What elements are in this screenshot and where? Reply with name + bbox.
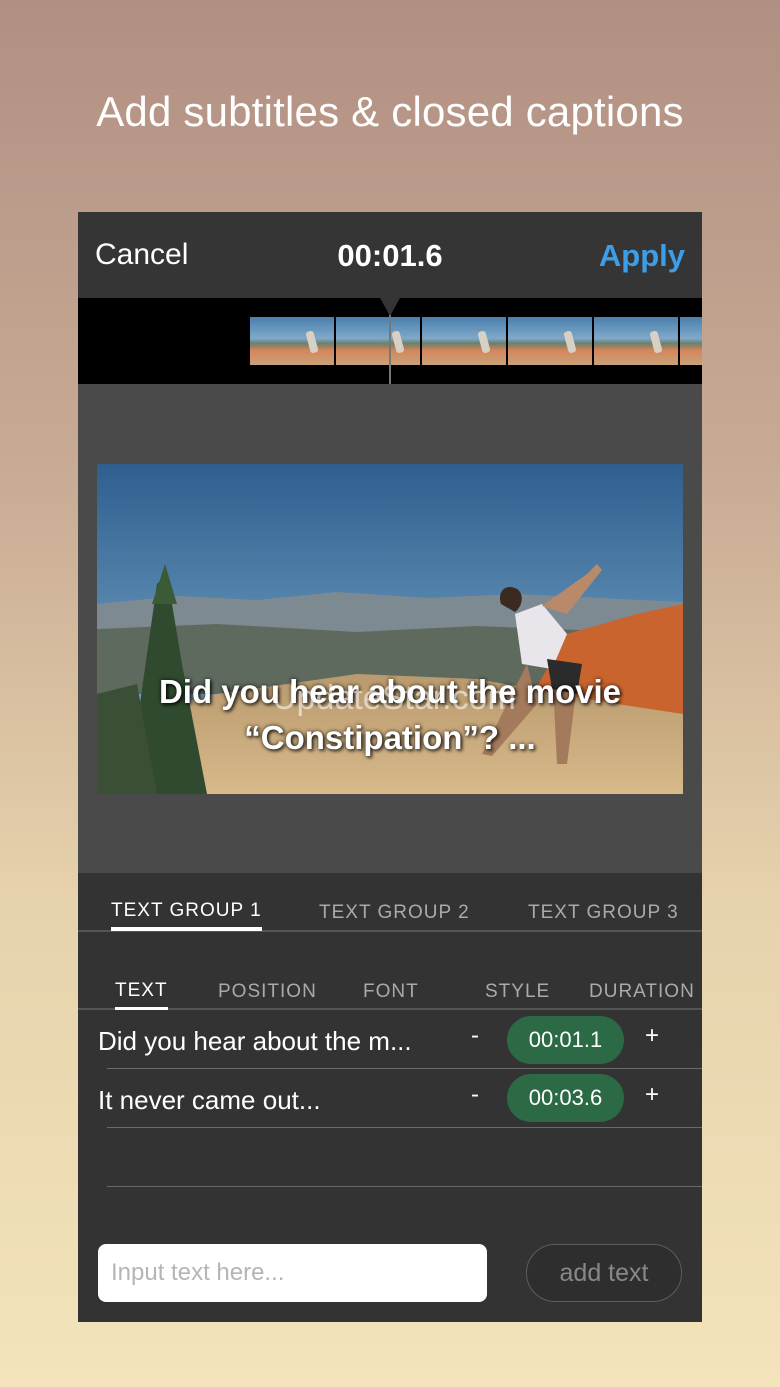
caption-text-input[interactable] bbox=[98, 1244, 487, 1302]
tab-text[interactable]: TEXT bbox=[115, 974, 168, 1010]
apply-button[interactable]: Apply bbox=[599, 238, 685, 274]
increase-duration-button[interactable]: + bbox=[645, 1022, 659, 1050]
text-entry-row[interactable]: Did you hear about the m... - 00:01.1 + bbox=[98, 1010, 702, 1069]
app-screen: Cancel 00:01.6 Apply Did you hear about … bbox=[78, 212, 702, 1322]
text-entry-text[interactable]: Did you hear about the m... bbox=[98, 1026, 412, 1057]
duration-pill[interactable]: 00:03.6 bbox=[507, 1074, 624, 1122]
video-preview[interactable]: Did you hear about the movie “Constipati… bbox=[97, 464, 683, 794]
filmstrip bbox=[250, 317, 702, 365]
empty-entry-row bbox=[107, 1128, 702, 1187]
duration-pill[interactable]: 00:01.1 bbox=[507, 1016, 624, 1064]
increase-duration-button[interactable]: + bbox=[645, 1081, 659, 1109]
caption-line-1: Did you hear about the movie bbox=[158, 673, 622, 710]
filmstrip-frame bbox=[594, 317, 678, 365]
decrease-duration-button[interactable]: - bbox=[471, 1081, 479, 1109]
playhead-marker-icon bbox=[380, 298, 400, 316]
tab-style[interactable]: STYLE bbox=[485, 974, 550, 1010]
timeline-scrubber[interactable] bbox=[78, 298, 702, 384]
add-text-button[interactable]: add text bbox=[526, 1244, 682, 1302]
tab-position[interactable]: POSITION bbox=[218, 974, 317, 1010]
tab-text-group-2[interactable]: TEXT GROUP 2 bbox=[319, 895, 470, 931]
text-entries-list: Did you hear about the m... - 00:01.1 + … bbox=[78, 1010, 702, 1187]
caption-line-2: “Constipation”? ... bbox=[244, 719, 536, 756]
cancel-button[interactable]: Cancel bbox=[95, 238, 188, 272]
filmstrip-frame bbox=[250, 317, 334, 365]
text-entry-text[interactable]: It never came out... bbox=[98, 1085, 321, 1116]
decrease-duration-button[interactable]: - bbox=[471, 1022, 479, 1050]
tab-font[interactable]: FONT bbox=[363, 974, 419, 1010]
filmstrip-frame bbox=[336, 317, 420, 365]
text-entry-row[interactable]: It never came out... - 00:03.6 + bbox=[98, 1069, 702, 1128]
editor-tabs: TEXT POSITION FONT STYLE DURATION bbox=[78, 932, 702, 1010]
tab-duration[interactable]: DURATION bbox=[589, 974, 695, 1010]
headline: Add subtitles & closed captions bbox=[96, 88, 684, 135]
text-group-tabs: TEXT GROUP 1 TEXT GROUP 2 TEXT GROUP 3 bbox=[78, 873, 702, 932]
top-bar: Cancel 00:01.6 Apply bbox=[78, 212, 702, 298]
filmstrip-frame bbox=[680, 317, 702, 365]
filmstrip-frame bbox=[422, 317, 506, 365]
filmstrip-frame bbox=[508, 317, 592, 365]
preview-area: Did you hear about the movie “Constipati… bbox=[78, 384, 702, 873]
tab-text-group-3[interactable]: TEXT GROUP 3 bbox=[528, 895, 679, 931]
subtitle-caption[interactable]: Did you hear about the movie “Constipati… bbox=[97, 669, 683, 761]
tab-text-group-1[interactable]: TEXT GROUP 1 bbox=[111, 895, 262, 931]
